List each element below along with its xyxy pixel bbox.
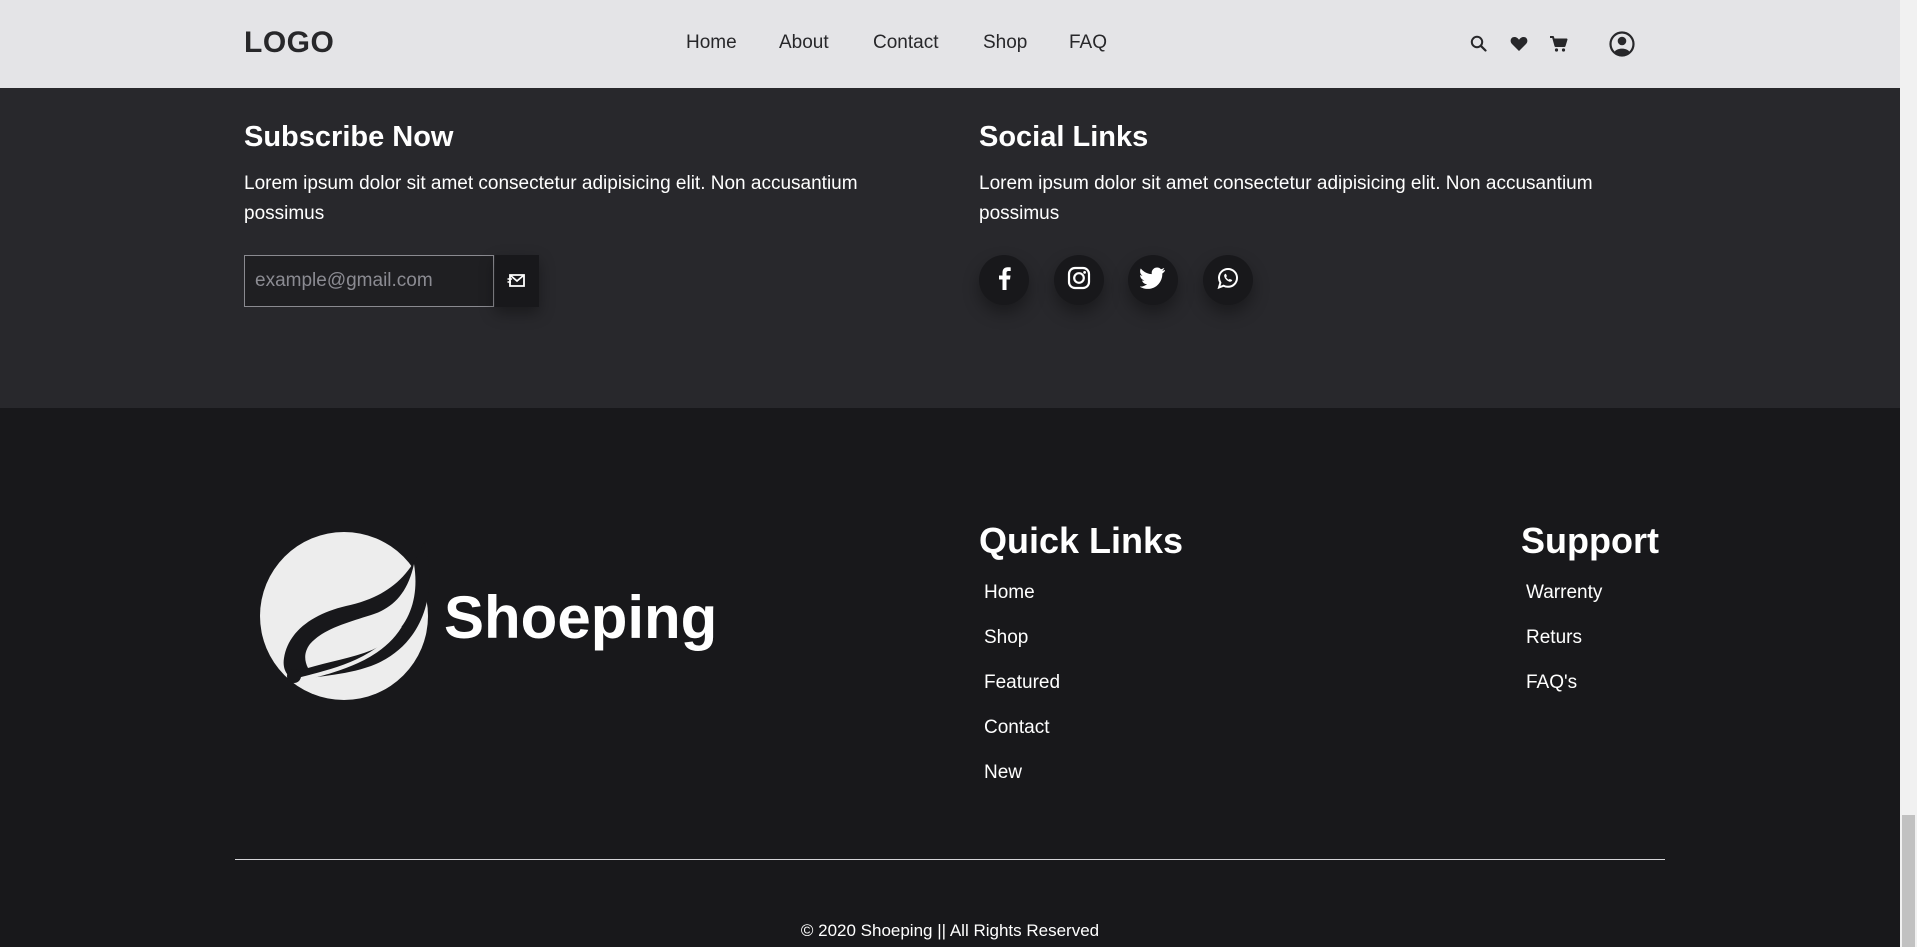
cart-icon[interactable] xyxy=(1549,35,1568,53)
page: LOGO Home About Contact Shop FAQ Subscri… xyxy=(0,0,1900,947)
site-logo[interactable]: LOGO xyxy=(244,26,334,60)
subscribe-title: Subscribe Now xyxy=(244,121,454,153)
nav-link-about[interactable]: About xyxy=(779,32,829,54)
nav-link-shop[interactable]: Shop xyxy=(983,32,1027,54)
envelope-send-icon xyxy=(507,271,527,292)
support-title: Support xyxy=(1521,520,1659,561)
facebook-link[interactable] xyxy=(979,255,1029,305)
support-link-warrenty[interactable]: Warrenty xyxy=(1526,582,1602,604)
copyright: © 2020 Shoeping || All Rights Reserved xyxy=(800,921,1100,940)
brand-name: Shoeping xyxy=(444,584,718,651)
support-link-returs[interactable]: Returs xyxy=(1526,627,1582,649)
page-scrollbar[interactable] xyxy=(1900,0,1917,947)
twitter-icon xyxy=(1139,267,1166,294)
heart-icon[interactable] xyxy=(1510,36,1528,52)
quick-link-home[interactable]: Home xyxy=(984,582,1035,604)
nav-link-faq[interactable]: FAQ xyxy=(1069,32,1107,54)
social-title: Social Links xyxy=(979,121,1149,153)
quick-link-featured[interactable]: Featured xyxy=(984,672,1060,694)
nav-link-contact[interactable]: Contact xyxy=(873,32,938,54)
social-text: Lorem ipsum dolor sit amet consectetur a… xyxy=(979,173,1593,224)
scrollbar-thumb[interactable] xyxy=(1902,815,1915,947)
brand-logo-icon[interactable] xyxy=(258,530,430,707)
quick-links-title: Quick Links xyxy=(979,520,1184,561)
nav-link-home[interactable]: Home xyxy=(686,32,737,54)
navbar: LOGO Home About Contact Shop FAQ xyxy=(0,0,1900,88)
footer-divider xyxy=(235,859,1665,860)
facebook-icon xyxy=(997,266,1011,295)
user-icon[interactable] xyxy=(1609,31,1635,57)
subscribe-text: Lorem ipsum dolor sit amet consectetur a… xyxy=(244,173,858,224)
whatsapp-link[interactable] xyxy=(1203,255,1253,305)
quick-link-shop[interactable]: Shop xyxy=(984,627,1028,649)
whatsapp-icon xyxy=(1216,266,1240,295)
quick-link-contact[interactable]: Contact xyxy=(984,717,1049,739)
instagram-link[interactable] xyxy=(1054,255,1104,305)
subscribe-send-button[interactable] xyxy=(495,255,539,307)
search-icon[interactable] xyxy=(1470,35,1487,52)
instagram-icon xyxy=(1067,266,1091,295)
quick-link-new[interactable]: New xyxy=(984,762,1022,784)
twitter-link[interactable] xyxy=(1128,255,1178,305)
email-input[interactable] xyxy=(244,255,494,307)
support-link-faqs[interactable]: FAQ's xyxy=(1526,672,1577,694)
